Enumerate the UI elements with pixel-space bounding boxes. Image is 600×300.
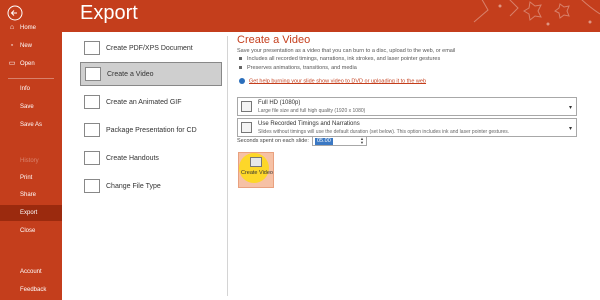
dropdown-sub-text: Large file size and full high quality (1… xyxy=(258,108,366,114)
timings-icon xyxy=(241,122,252,133)
timings-dropdown[interactable]: Use Recorded Timings and Narrations Slid… xyxy=(237,118,577,137)
option-label: Create PDF/XPS Document xyxy=(106,44,193,52)
nav-history-label: History xyxy=(20,158,39,164)
option-label: Package Presentation for CD xyxy=(106,126,197,134)
option-create-handouts[interactable]: Create Handouts xyxy=(80,146,222,170)
panel-divider xyxy=(227,36,228,296)
bullet-text: Preserves animations, transitions, and m… xyxy=(247,65,357,71)
dropdown-main-text: Use Recorded Timings and Narrations xyxy=(258,121,360,127)
cd-package-icon xyxy=(84,123,100,137)
help-icon xyxy=(239,78,245,84)
page-title: Export xyxy=(80,2,138,24)
nav-save-label: Save xyxy=(20,104,34,110)
nav-share[interactable]: Share xyxy=(0,187,62,203)
bullet-icon xyxy=(239,57,242,61)
nav-home[interactable]: ⌂ Home xyxy=(0,20,62,36)
nav-feedback-label: Feedback xyxy=(20,287,47,293)
backstage-sidebar: ⌂ Home ▫ New ▭ Open Info Save Save As Hi… xyxy=(0,0,62,300)
dropdown-sub-text: Slides without timings will use the defa… xyxy=(258,129,510,135)
nav-open[interactable]: ▭ Open xyxy=(0,56,62,72)
video-icon xyxy=(85,67,101,81)
create-video-panel: Create a Video Save your presentation as… xyxy=(237,34,582,188)
option-label: Create Handouts xyxy=(106,154,159,162)
nav-new-label: New xyxy=(20,43,33,49)
video-quality-dropdown[interactable]: Full HD (1080p) Large file size and full… xyxy=(237,97,577,116)
option-label: Change File Type xyxy=(106,182,161,190)
create-video-button[interactable]: Create Video xyxy=(238,152,274,188)
bullet-text: Includes all recorded timings, narration… xyxy=(247,56,441,62)
chevron-down-icon: ▾ xyxy=(568,105,572,111)
nav-save[interactable]: Save xyxy=(0,99,62,115)
quality-icon xyxy=(241,101,252,112)
gif-icon xyxy=(84,95,100,109)
nav-save-as[interactable]: Save As xyxy=(0,117,62,133)
bullet-icon xyxy=(239,66,242,70)
option-create-video[interactable]: Create a Video xyxy=(80,62,222,86)
spinner-arrows-icon[interactable]: ▲ ▼ xyxy=(360,137,364,145)
nav-export[interactable]: Export xyxy=(0,205,62,221)
backstage-header: Export xyxy=(62,0,600,32)
option-label: Create an Animated GIF xyxy=(106,98,182,106)
handouts-icon xyxy=(84,151,100,165)
nav-account-label: Account xyxy=(20,269,42,275)
option-create-gif[interactable]: Create an Animated GIF xyxy=(80,90,222,114)
seconds-spinner[interactable]: 05.00 ▲ ▼ xyxy=(312,136,367,146)
nav-info[interactable]: Info xyxy=(0,81,62,97)
nav-history[interactable]: History xyxy=(0,153,62,169)
option-change-file-type[interactable]: Change File Type xyxy=(80,174,222,198)
header-decoration xyxy=(473,0,600,26)
bullet-item: Preserves animations, transitions, and m… xyxy=(239,65,357,71)
nav-print-label: Print xyxy=(20,175,33,181)
nav-share-label: Share xyxy=(20,192,37,198)
chevron-down-icon: ▾ xyxy=(568,126,572,132)
nav-open-label: Open xyxy=(20,61,35,67)
nav-close-label: Close xyxy=(20,228,36,234)
nav-info-label: Info xyxy=(20,86,31,92)
seconds-value: 05.00 xyxy=(315,138,333,145)
nav-export-label: Export xyxy=(20,210,38,216)
panel-title: Create a Video xyxy=(237,34,311,46)
dropdown-main-text: Full HD (1080p) xyxy=(258,100,301,106)
folder-icon: ▭ xyxy=(8,60,16,67)
help-link[interactable]: Get help burning your slide show video t… xyxy=(239,78,426,84)
nav-home-label: Home xyxy=(20,25,37,31)
nav-new[interactable]: ▫ New xyxy=(0,38,62,54)
nav-feedback[interactable]: Feedback xyxy=(0,282,62,298)
seconds-label: Seconds spent on each slide: xyxy=(237,138,309,144)
nav-divider xyxy=(8,78,54,79)
home-icon: ⌂ xyxy=(9,24,15,31)
bullet-item: Includes all recorded timings, narration… xyxy=(239,56,440,62)
video-icon xyxy=(250,157,262,167)
create-video-label: Create Video xyxy=(240,170,273,176)
pdf-icon xyxy=(84,41,100,55)
file-type-icon xyxy=(84,179,100,193)
nav-close[interactable]: Close xyxy=(0,223,62,239)
option-package-cd[interactable]: Package Presentation for CD xyxy=(80,118,222,142)
nav-print[interactable]: Print xyxy=(0,170,62,186)
help-link-text: Get help burning your slide show video t… xyxy=(249,78,427,85)
nav-save-as-label: Save As xyxy=(20,122,43,128)
nav-account[interactable]: Account xyxy=(0,264,62,280)
new-file-icon: ▫ xyxy=(10,42,14,49)
option-label: Create a Video xyxy=(107,70,154,78)
panel-description: Save your presentation as a video that y… xyxy=(237,48,456,54)
option-create-pdf[interactable]: Create PDF/XPS Document xyxy=(80,36,222,60)
